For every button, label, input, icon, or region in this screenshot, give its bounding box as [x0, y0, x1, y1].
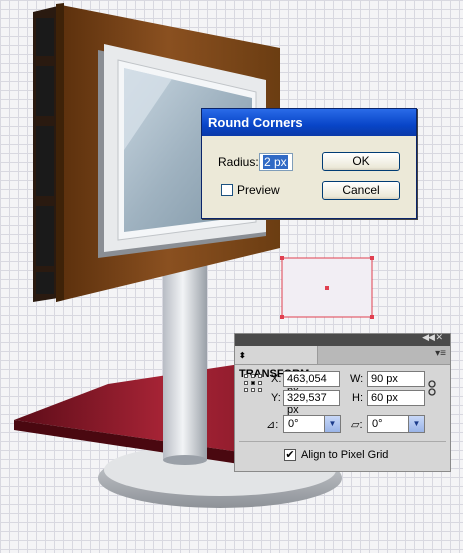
h-input[interactable]: 60 px: [367, 390, 425, 406]
shear-icon: ▱:: [351, 419, 363, 431]
align-pixel-grid-checkbox[interactable]: ✔: [284, 449, 296, 461]
h-label: H:: [352, 392, 363, 404]
panel-menu-icon[interactable]: ▾≡: [435, 348, 446, 359]
tab-expand-icon: ⬍: [239, 351, 246, 360]
y-label: Y:: [271, 392, 281, 404]
dialog-title: Round Corners: [202, 109, 416, 136]
rotate-value: 0°: [288, 418, 299, 430]
selected-rectangle[interactable]: [280, 256, 374, 319]
align-pixel-grid-label: Align to Pixel Grid: [301, 449, 389, 461]
cancel-button[interactable]: Cancel: [322, 181, 400, 200]
radius-label: Radius:: [218, 155, 259, 169]
x-input[interactable]: 463,054 px: [283, 371, 340, 397]
collapse-arrows-icon[interactable]: ◀◀ ✕: [422, 332, 443, 343]
shear-value: 0°: [372, 418, 383, 430]
rotate-icon: ⊿:: [266, 419, 279, 431]
x-label: X:: [271, 373, 282, 385]
shear-dropdown[interactable]: 0° ▼: [367, 415, 425, 433]
reference-point-icon[interactable]: [244, 374, 262, 392]
panel-title-strip[interactable]: ◀◀ ✕: [235, 332, 450, 346]
panel-divider: [239, 441, 446, 442]
w-label: W:: [350, 373, 364, 385]
constrain-proportions-link-icon[interactable]: [428, 380, 436, 396]
preview-checkbox[interactable]: [221, 184, 233, 196]
w-input[interactable]: 90 px: [367, 371, 425, 387]
stand-pole: [163, 262, 207, 465]
rotate-dropdown[interactable]: 0° ▼: [283, 415, 341, 433]
chevron-down-icon[interactable]: ▼: [324, 416, 340, 432]
ok-button[interactable]: OK: [322, 152, 400, 171]
preview-label: Preview: [237, 183, 280, 197]
round-corners-dialog: Round Corners Radius: 2 px OK Preview Ca…: [201, 108, 417, 219]
dialog-body: Radius: 2 px OK Preview Cancel: [202, 136, 416, 218]
transform-panel: ◀◀ ✕ ⬍ TRANSFORM ▾≡ X: 463,054 px W: 90 …: [234, 332, 451, 472]
radius-value: 2 px: [263, 155, 288, 169]
chevron-down-icon[interactable]: ▼: [408, 416, 424, 432]
speaker-rack: [33, 6, 58, 302]
radius-input[interactable]: 2 px: [259, 153, 293, 171]
y-input[interactable]: 329,537 px: [283, 390, 340, 416]
tab-transform[interactable]: ⬍ TRANSFORM: [235, 346, 318, 380]
